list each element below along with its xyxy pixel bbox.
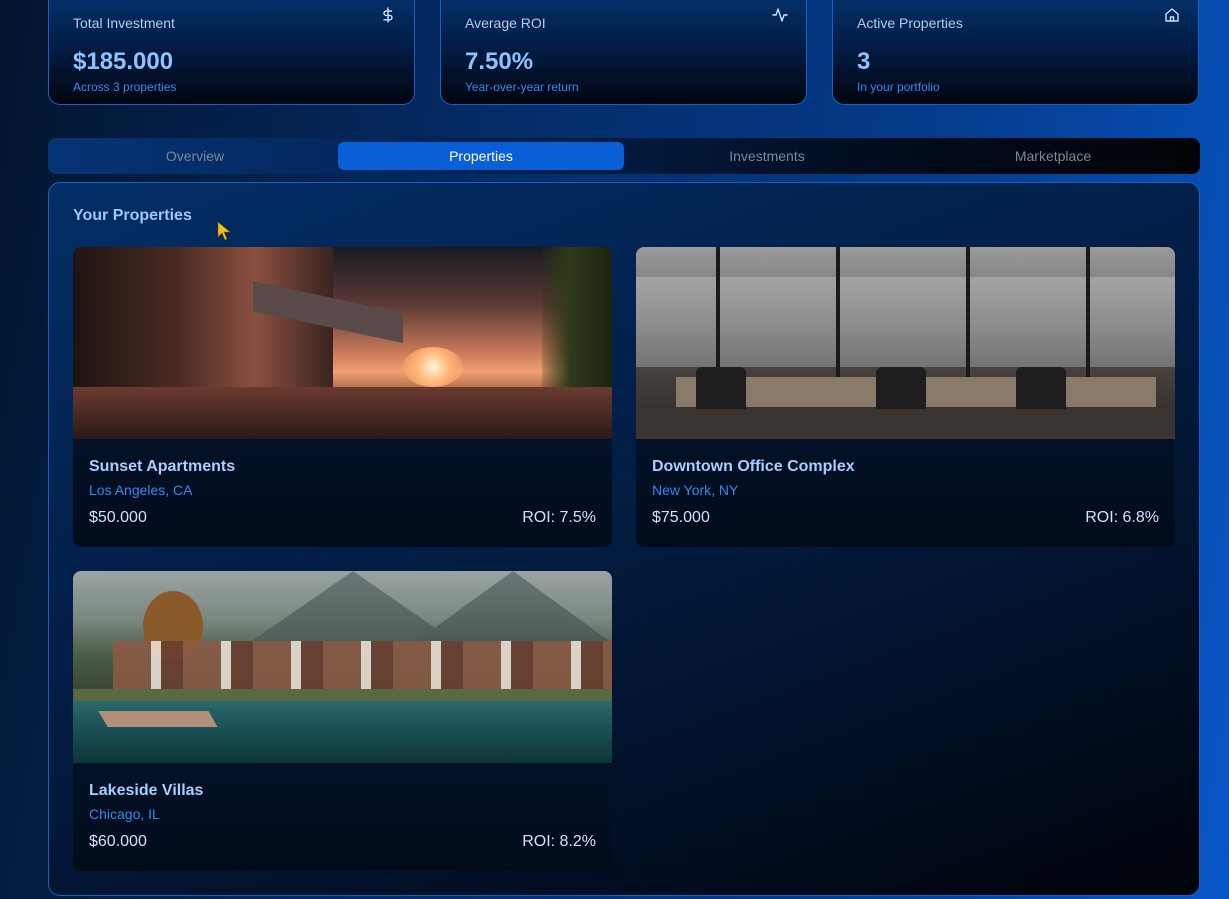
activity-icon (772, 7, 788, 23)
tab-investments[interactable]: Investments (624, 142, 910, 170)
property-location: New York, NY (652, 482, 739, 498)
property-card-body: Downtown Office Complex New York, NY $75… (636, 439, 1175, 547)
property-card-body: Sunset Apartments Los Angeles, CA $50.00… (73, 439, 612, 547)
property-roi: ROI: 6.8% (1085, 509, 1159, 526)
tab-overview[interactable]: Overview (52, 142, 338, 170)
stat-subtitle: In your portfolio (857, 80, 940, 94)
stat-subtitle: Across 3 properties (73, 80, 177, 94)
property-roi: ROI: 8.2% (522, 833, 596, 850)
stat-card-total-investment: Total Investment $185.000 Across 3 prope… (48, 0, 415, 105)
mouse-cursor-icon (217, 221, 231, 241)
home-icon (1164, 7, 1180, 23)
property-image (73, 571, 612, 763)
stat-title: Average ROI (465, 15, 546, 31)
property-card-downtown-office-complex[interactable]: Downtown Office Complex New York, NY $75… (636, 247, 1175, 547)
stat-title: Total Investment (73, 15, 175, 31)
property-location: Los Angeles, CA (89, 482, 193, 498)
property-location: Chicago, IL (89, 806, 160, 822)
stat-subtitle: Year-over-year return (465, 80, 579, 94)
property-image (636, 247, 1175, 439)
dollar-icon (380, 7, 396, 23)
stat-title: Active Properties (857, 15, 963, 31)
tab-bar: Overview Properties Investments Marketpl… (48, 138, 1200, 174)
property-name: Lakeside Villas (89, 782, 204, 799)
property-price: $75.000 (652, 509, 710, 526)
properties-panel: Your Properties Sunset Apartments Los An… (48, 182, 1200, 896)
property-name: Downtown Office Complex (652, 458, 855, 475)
stat-value: $185.000 (73, 48, 174, 75)
property-card-lakeside-villas[interactable]: Lakeside Villas Chicago, IL $60.000 ROI:… (73, 571, 612, 871)
stat-value: 7.50% (465, 48, 534, 75)
stats-row: Total Investment $185.000 Across 3 prope… (48, 0, 1200, 105)
property-price: $60.000 (89, 833, 147, 850)
property-card-body: Lakeside Villas Chicago, IL $60.000 ROI:… (73, 763, 612, 871)
property-roi: ROI: 7.5% (522, 509, 596, 526)
property-image (73, 247, 612, 439)
stat-card-active-properties: Active Properties 3 In your portfolio (832, 0, 1199, 105)
tab-marketplace[interactable]: Marketplace (910, 142, 1196, 170)
tab-properties[interactable]: Properties (338, 142, 624, 170)
stat-card-average-roi: Average ROI 7.50% Year-over-year return (440, 0, 807, 105)
panel-title: Your Properties (73, 207, 192, 224)
property-price: $50.000 (89, 509, 147, 526)
stat-value: 3 (857, 48, 871, 75)
property-card-sunset-apartments[interactable]: Sunset Apartments Los Angeles, CA $50.00… (73, 247, 612, 547)
property-name: Sunset Apartments (89, 458, 236, 475)
